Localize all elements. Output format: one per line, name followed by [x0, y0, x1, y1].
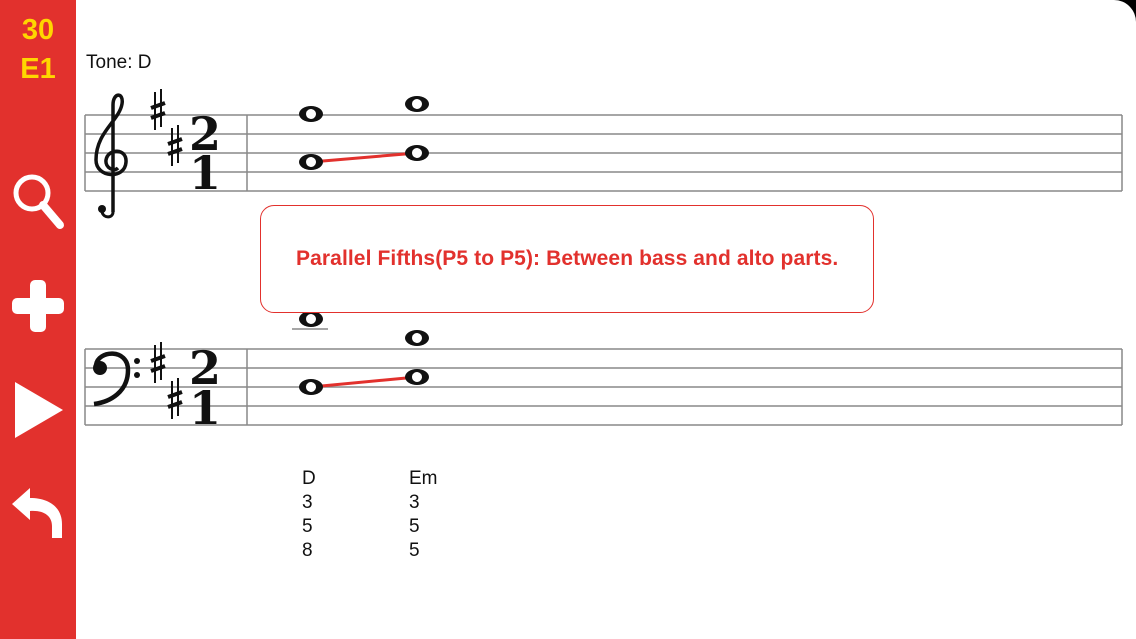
whole-note	[299, 106, 323, 122]
error-message-text: Parallel Fifths(P5 to P5): Between bass …	[296, 247, 839, 270]
treble-time-denominator: 1	[189, 146, 221, 200]
parallel-fifth-line-upper	[310, 151, 418, 164]
bass-time-denominator: 1	[189, 381, 221, 435]
whole-note	[405, 369, 429, 385]
chord-figure: 3	[409, 492, 420, 513]
error-message-dialog[interactable]: Parallel Fifths(P5 to P5): Between bass …	[260, 205, 874, 313]
whole-note	[299, 379, 323, 395]
chord-name: Em	[409, 468, 438, 489]
chord-figure: 3	[302, 492, 313, 513]
chord-column-2: Em 3 5 5	[409, 467, 438, 563]
bass-staff	[84, 348, 1123, 426]
chord-figure: 5	[409, 540, 420, 561]
chord-figure: 5	[302, 516, 313, 537]
bass-sharp-icon	[150, 342, 166, 383]
whole-note	[405, 145, 429, 161]
parallel-fifth-line-lower	[310, 375, 418, 389]
whole-note	[299, 311, 323, 327]
chord-figure: 8	[302, 540, 313, 561]
score-canvas: 2 1 2 1	[84, 89, 1123, 435]
chord-figure: 5	[409, 516, 420, 537]
whole-note	[405, 330, 429, 346]
bass-clef-icon	[93, 351, 140, 407]
chord-column-1: D 3 5 8	[302, 467, 316, 563]
whole-note	[299, 154, 323, 170]
treble-clef-icon	[94, 93, 128, 219]
whole-note	[405, 96, 429, 112]
treble-sharp-icon	[150, 89, 166, 130]
treble-sharp-icon	[167, 125, 183, 166]
app-window: 30 E1 Tone: D 2 1 2 1 Parallel Fifths(P5…	[0, 0, 1136, 639]
bass-sharp-icon	[167, 378, 183, 419]
chord-name: D	[302, 468, 316, 489]
treble-staff	[84, 114, 1123, 192]
